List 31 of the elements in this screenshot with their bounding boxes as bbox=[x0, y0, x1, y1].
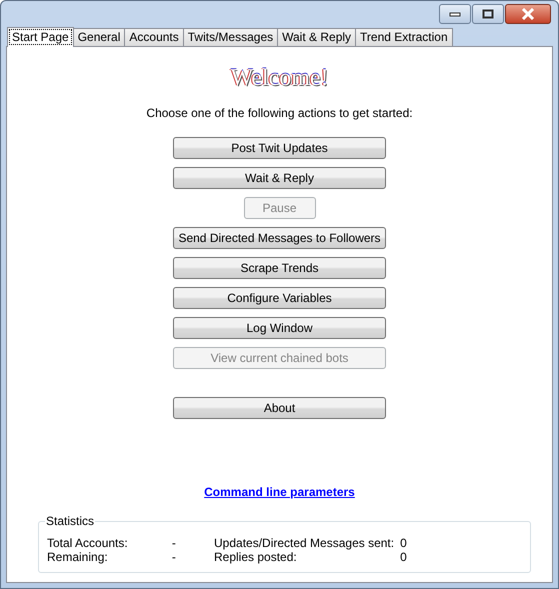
tab[interactable]: Accounts bbox=[124, 28, 184, 46]
tab[interactable]: Start Page bbox=[7, 27, 74, 47]
stat-label: Replies posted: bbox=[214, 550, 298, 564]
tab[interactable]: Twits/Messages bbox=[182, 28, 278, 46]
maximize-icon bbox=[482, 9, 494, 19]
tab[interactable]: General bbox=[72, 28, 126, 46]
tab[interactable]: Trend Extraction bbox=[355, 28, 453, 46]
action-button[interactable]: Log Window bbox=[173, 317, 386, 339]
action-button[interactable]: Configure Variables bbox=[173, 287, 386, 309]
instruction-text: Choose one of the following actions to get started: bbox=[146, 106, 413, 120]
stat-label: Remaining: bbox=[47, 550, 109, 564]
close-button[interactable] bbox=[505, 4, 551, 24]
maximize-button[interactable] bbox=[472, 4, 504, 24]
stat-label: Updates/Directed Messages sent: bbox=[214, 536, 394, 550]
action-button[interactable]: Wait & Reply bbox=[173, 167, 386, 189]
action-button[interactable]: Send Directed Messages to Followers bbox=[173, 227, 386, 249]
about-button[interactable]: About bbox=[173, 397, 386, 419]
stat-value: 0 bbox=[400, 536, 407, 550]
stat-value: - bbox=[172, 550, 177, 564]
stat-value: - bbox=[172, 536, 177, 550]
group-title: Statistics bbox=[45, 514, 96, 528]
stat-value: 0 bbox=[400, 550, 407, 564]
minimize-button[interactable] bbox=[439, 4, 471, 24]
tab[interactable]: Wait & Reply bbox=[277, 28, 356, 46]
stat-label: Total Accounts: bbox=[47, 536, 129, 550]
command-line-link[interactable]: Command line parameters bbox=[204, 485, 355, 499]
close-icon bbox=[521, 8, 535, 20]
minimize-icon bbox=[449, 11, 461, 17]
action-button[interactable]: Post Twit Updates bbox=[173, 137, 386, 159]
action-button[interactable]: Scrape Trends bbox=[173, 257, 386, 279]
welcome-heading: Welcome! bbox=[230, 65, 328, 92]
